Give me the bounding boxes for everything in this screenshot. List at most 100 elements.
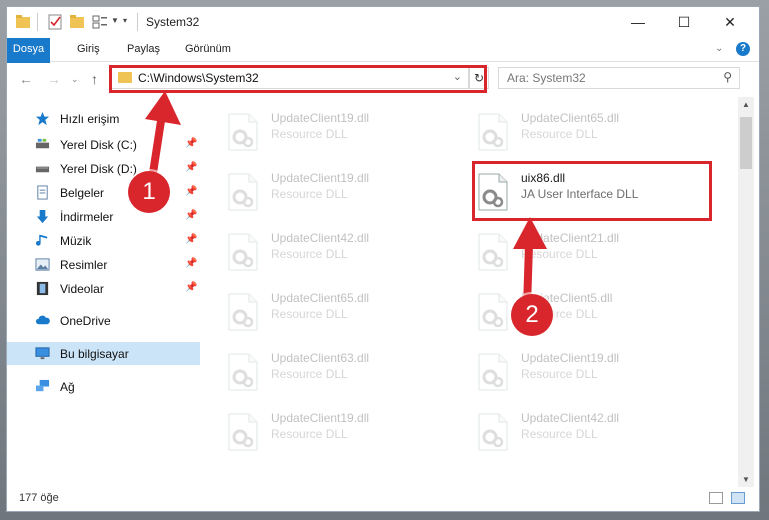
dll-file-icon [478,113,508,151]
tab-share[interactable]: Paylaş [117,38,170,61]
file-description: Resource DLL [521,127,598,141]
sidebar-item-this-pc[interactable]: Bu bilgisayar [7,342,200,365]
item-count: 177 öğe [19,492,59,504]
pin-icon: 📌 [185,234,198,245]
search-input[interactable]: Ara: System32 ⚲ [498,67,740,89]
maximize-icon: ☐ [677,14,691,30]
file-item[interactable]: UpdateClient65.dll Resource DLL [209,285,449,339]
file-name: UpdateClient19.dll [521,351,620,365]
maximize-button[interactable]: ☐ [661,7,707,37]
download-icon [36,209,49,224]
sidebar-item-pictures[interactable]: Resimler 📌 [7,253,202,276]
file-item[interactable]: UpdateClient19.dll Resource DLL [209,105,449,159]
search-icon: ⚲ [723,70,732,84]
new-folder-icon[interactable] [69,13,85,31]
dll-file-icon [478,293,508,331]
pin-icon: 📌 [185,258,198,269]
dll-file-icon [478,353,508,391]
vertical-scrollbar[interactable]: ▲ ▼ [738,97,754,487]
close-icon: ✕ [724,14,736,30]
minimize-icon: — [631,14,645,30]
scroll-down-icon[interactable]: ▼ [742,475,750,484]
sidebar-item-label: Resimler [60,258,108,272]
file-name: UpdateClient63.dll [271,351,370,365]
window-title: System32 [146,15,200,29]
dll-file-icon [228,113,258,151]
file-explorer-window: ▼ ▾ System32 — ☐ ✕ Dosya Giriş Paylaş Gö… [6,6,760,512]
sidebar-item-onedrive[interactable]: OneDrive [7,309,202,332]
recent-locations-chevron-icon[interactable]: ⌄ [71,74,79,85]
file-item[interactable]: UpdateClient63.dll Resource DLL [209,345,449,399]
dll-file-icon [478,413,508,451]
pin-icon: 📌 [185,210,198,221]
sidebar-item-label: Ağ [60,380,75,394]
file-description: Resource DLL [521,427,598,441]
close-button[interactable]: ✕ [707,7,753,37]
computer-icon [35,347,50,360]
film-icon [36,281,49,296]
scrollbar-thumb[interactable] [740,117,752,169]
status-bar: 177 öğe [7,487,759,511]
title-bar: ▼ ▾ System32 — ☐ ✕ [7,7,759,38]
file-list: UpdateClient19.dll Resource DLL UpdateClie… [209,97,737,487]
file-name: UpdateClient65.dll [271,291,370,305]
customize-toolbar-icon[interactable]: ▾ [123,16,127,25]
file-name: UpdateClient42.dll [521,411,620,425]
folder-icon [16,15,30,28]
file-name: UpdateClient19.dll [271,411,370,425]
help-icon[interactable]: ? [736,42,750,56]
file-item[interactable]: UpdateClient19.dll Resource DLL [209,165,449,219]
sidebar-item-label: Bu bilgisayar [60,347,129,361]
chevron-down-icon[interactable]: ▼ [111,16,119,25]
large-icons-view-button[interactable] [731,492,745,504]
back-arrow-icon[interactable]: ← [19,71,33,87]
file-item[interactable]: UpdateClient19.dll Resource DLL [209,405,449,459]
view-options-icon[interactable] [91,13,109,31]
details-view-button[interactable] [709,492,723,504]
divider [137,13,138,31]
sidebar-item-label: Müzik [60,234,92,248]
file-description: Resource DLL [271,307,348,321]
file-item[interactable]: UpdateClient19.dll Resource DLL [459,345,699,399]
dll-file-icon [228,233,258,271]
file-description: Resource DLL [521,367,598,381]
star-icon [35,111,50,126]
expand-ribbon-icon[interactable]: ⌄ [715,43,723,54]
sidebar-item-label: Hızlı erişim [60,112,120,126]
tab-home[interactable]: Giriş [67,38,110,61]
file-description: Resource DLL [271,367,348,381]
dll-file-icon [228,173,258,211]
forward-arrow-icon[interactable]: → [47,71,61,87]
sidebar-item-label: Videolar [60,282,104,296]
drive-icon [35,166,50,173]
file-item[interactable]: UpdateClient42.dll Resource DLL [459,405,699,459]
scroll-up-icon[interactable]: ▲ [742,100,750,109]
file-item[interactable]: UpdateClient5.dll Resource DLL [459,285,699,339]
up-arrow-icon[interactable]: ↑ [91,71,98,87]
file-item[interactable]: UpdateClient21.dll Resource DLL [459,225,699,279]
dll-file-icon [228,293,258,331]
sidebar-item-music[interactable]: Müzik 📌 [7,229,202,252]
sidebar-item-label: Yerel Disk (D:) [60,162,137,176]
properties-icon[interactable] [47,13,63,31]
dll-file-icon [228,413,258,451]
annotation-badge-1: 1 [128,171,170,213]
file-description: Resource DLL [271,187,348,201]
file-description: Resource DLL [271,247,348,261]
file-highlight-box [472,161,712,221]
picture-icon [35,258,50,271]
sidebar-item-label: Yerel Disk (C:) [60,138,137,152]
annotation-badge-2: 2 [511,294,553,336]
file-item[interactable]: UpdateClient65.dll Resource DLL [459,105,699,159]
search-placeholder: Ara: System32 [507,71,586,85]
cloud-icon [35,315,50,325]
file-name: UpdateClient42.dll [271,231,370,245]
sidebar-item-network[interactable]: Ağ [7,375,202,398]
ribbon-tabs: Dosya Giriş Paylaş Görünüm ⌄ ? [7,38,759,92]
minimize-button[interactable]: — [615,7,661,37]
file-name: UpdateClient19.dll [271,111,370,125]
tab-view[interactable]: Görünüm [175,38,241,61]
sidebar-item-videos[interactable]: Videolar 📌 [7,277,202,300]
dll-file-icon [228,353,258,391]
file-item[interactable]: UpdateClient42.dll Resource DLL [209,225,449,279]
